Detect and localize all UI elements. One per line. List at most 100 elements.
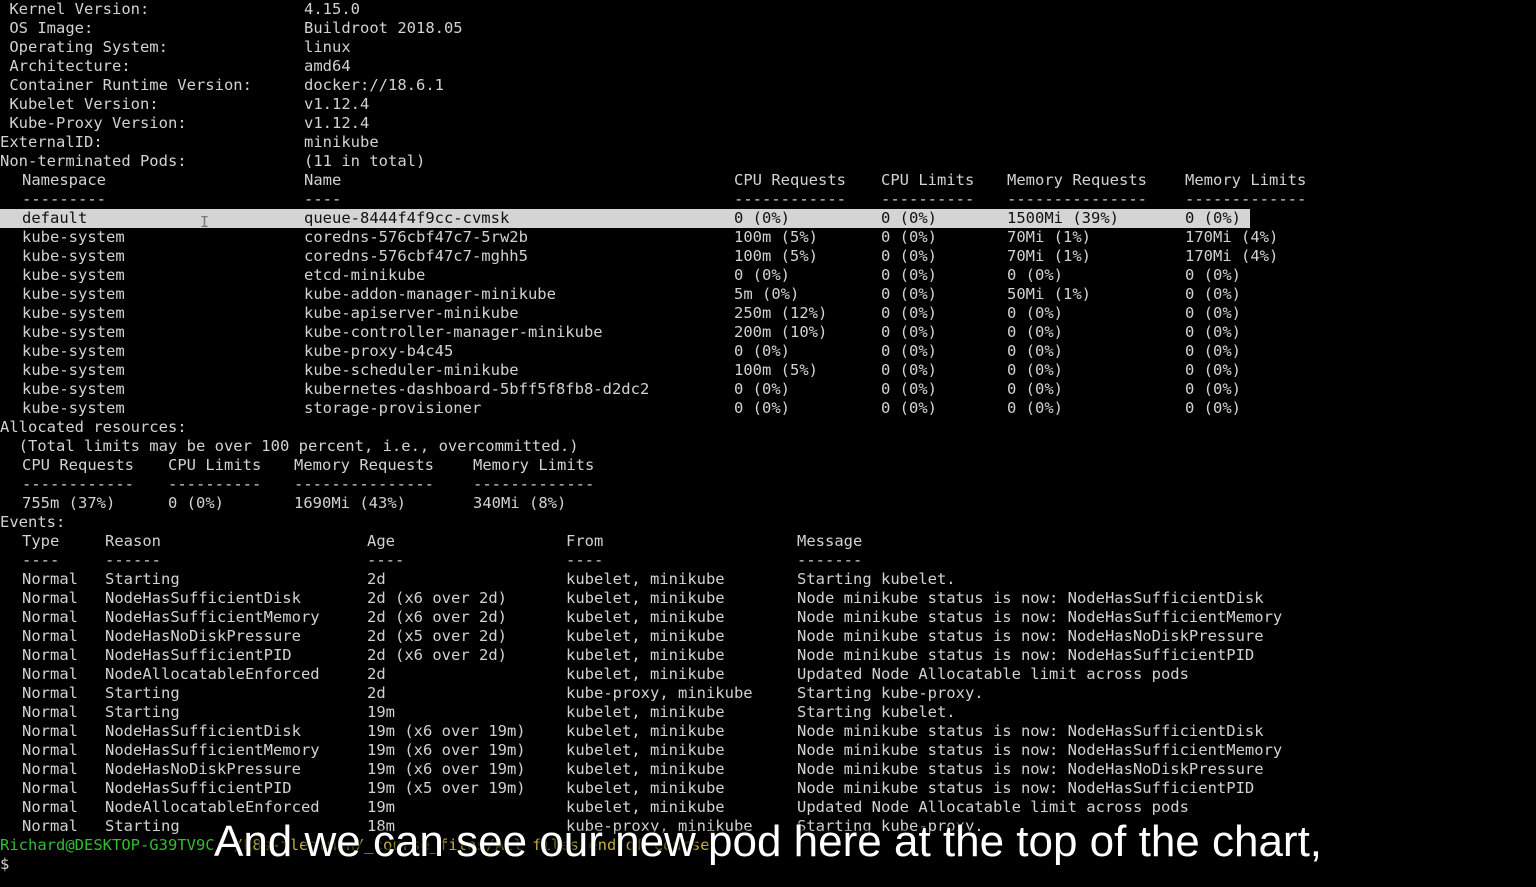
allocated-title: Allocated resources: — [0, 418, 1536, 437]
pod-cell: kube-system — [22, 323, 125, 341]
event-row: Normal NodeHasSufficientPID 2d (x6 over 2d… — [0, 646, 1536, 665]
pod-cell: queue-8444f4f9cc-cvmsk — [304, 209, 510, 227]
pod-cell: 0 (0%) — [1185, 323, 1241, 341]
allocated-column-underline: ------------ — [22, 475, 134, 493]
event-cell: Normal — [22, 703, 78, 721]
events-column-header: Age — [367, 532, 395, 550]
event-cell: Starting kubelet. — [797, 570, 956, 588]
event-cell: Node minikube status is now: NodeHasSuff… — [797, 779, 1255, 797]
event-cell: 2d (x5 over 2d) — [367, 627, 507, 645]
node-info-label: Container Runtime Version: — [0, 76, 252, 94]
node-info-label: ExternalID: — [0, 133, 103, 151]
pod-cell: kube-addon-manager-minikube — [304, 285, 556, 303]
event-cell: Starting kubelet. — [797, 703, 956, 721]
allocated-header-underline: ------------ ---------- --------------- ---… — [0, 475, 1536, 494]
pod-cell: 0 (0%) — [1185, 399, 1241, 417]
pod-cell: 0 (0%) — [1185, 342, 1241, 360]
pod-cell: 1500Mi (39%) — [1007, 209, 1119, 227]
pods-column-underline: --------- — [22, 190, 106, 208]
event-cell: Updated Node Allocatable limit across po… — [797, 665, 1189, 683]
events-column-header: Reason — [105, 532, 161, 550]
pod-cell: 0 (0%) — [881, 209, 937, 227]
node-info-label: Non-terminated Pods: — [0, 152, 187, 170]
pod-cell: 0 (0%) — [881, 228, 937, 246]
event-cell: NodeHasNoDiskPressure — [105, 760, 301, 778]
pod-cell: 0 (0%) — [1185, 361, 1241, 379]
pod-row: kube-system etcd-minikube 0 (0%) 0 (0%) 0 (0… — [0, 266, 1536, 285]
event-cell: Normal — [22, 589, 78, 607]
pods-column-underline: ------------ — [734, 190, 846, 208]
pod-cell: 0 (0%) — [734, 266, 790, 284]
event-cell: Starting — [105, 684, 180, 702]
event-row: Normal NodeHasSufficientDisk 2d (x6 over 2… — [0, 589, 1536, 608]
events-header-row: Type Reason Age From Message — [0, 532, 1536, 551]
event-cell: Node minikube status is now: NodeHasNoDi… — [797, 760, 1264, 778]
pod-cell: kube-scheduler-minikube — [304, 361, 519, 379]
allocated-values-row: 755m (37%) 0 (0%) 1690Mi (43%) 340Mi (8%) — [0, 494, 1536, 513]
node-info-value: amd64 — [304, 57, 351, 75]
pods-header-row: Namespace Name CPU Requests CPU Limits Memor… — [0, 171, 1536, 190]
pod-cell: 0 (0%) — [1007, 342, 1063, 360]
pod-cell: kube-proxy-b4c45 — [304, 342, 454, 360]
event-cell: Normal — [22, 570, 78, 588]
event-cell: 2d — [367, 684, 386, 702]
allocated-header-row: CPU Requests CPU Limits Memory Requests Mem… — [0, 456, 1536, 475]
allocated-column-header: CPU Limits — [168, 456, 262, 474]
pod-cell: 0 (0%) — [1185, 304, 1241, 322]
event-row: Normal NodeHasSufficientMemory 19m (x6 ove… — [0, 741, 1536, 760]
event-cell: Normal — [22, 779, 78, 797]
pod-row: kube-system storage-provisioner 0 (0%) 0 (0… — [0, 399, 1536, 418]
event-cell: Node minikube status is now: NodeHasSuff… — [797, 589, 1264, 607]
event-row: Normal Starting 2d kube-proxy, minikube Star… — [0, 684, 1536, 703]
pod-cell: 170Mi (4%) — [1185, 247, 1279, 265]
pod-cell: 100m (5%) — [734, 361, 818, 379]
pod-cell: kube-system — [22, 399, 125, 417]
pod-cell: 0 (0%) — [1007, 380, 1063, 398]
pods-column-header: Namespace — [22, 171, 106, 189]
event-cell: Starting kube-proxy. — [797, 684, 984, 702]
pod-cell: 0 (0%) — [881, 266, 937, 284]
event-cell: Node minikube status is now: NodeHasSuff… — [797, 722, 1264, 740]
pod-cell: kube-system — [22, 380, 125, 398]
pod-cell: 0 (0%) — [734, 342, 790, 360]
event-cell: kubelet, minikube — [566, 703, 725, 721]
node-info-value: (11 in total) — [304, 152, 426, 170]
event-cell: kubelet, minikube — [566, 665, 725, 683]
events-title: Events: — [0, 513, 1536, 532]
node-info-line: Architecture: amd64 — [0, 57, 1536, 76]
node-info-line: Kernel Version: 4.15.0 — [0, 0, 1536, 19]
event-cell: NodeHasSufficientPID — [105, 779, 292, 797]
node-info-line: Container Runtime Version: docker://18.6.… — [0, 76, 1536, 95]
pod-cell: 0 (0%) — [1007, 323, 1063, 341]
node-info-label: Kubelet Version: — [0, 95, 159, 113]
node-info-line: Operating System: linux — [0, 38, 1536, 57]
event-cell: Node minikube status is now: NodeHasSuff… — [797, 646, 1255, 664]
event-cell: kubelet, minikube — [566, 760, 725, 778]
event-cell: Node minikube status is now: NodeHasNoDi… — [797, 627, 1264, 645]
event-cell: Normal — [22, 760, 78, 778]
pod-cell: 70Mi (1%) — [1007, 247, 1091, 265]
node-info-value: linux — [304, 38, 351, 56]
event-cell: Normal — [22, 741, 78, 759]
events-column-underline: ---- — [566, 551, 604, 569]
allocated-column-underline: ------------- — [473, 475, 595, 493]
event-cell: Normal — [22, 608, 78, 626]
pods-column-underline: ---------- — [881, 190, 975, 208]
event-cell: 19m (x6 over 19m) — [367, 760, 526, 778]
pod-cell: 0 (0%) — [881, 399, 937, 417]
node-info-value: 4.15.0 — [304, 0, 360, 18]
pod-row: kube-system kubernetes-dashboard-5bff5f8f… — [0, 380, 1536, 399]
event-row: Normal Starting 19m kubelet, minikube Starti… — [0, 703, 1536, 722]
pod-cell: 0 (0%) — [734, 380, 790, 398]
node-info-value: v1.12.4 — [304, 95, 370, 113]
event-cell: 2d — [367, 570, 386, 588]
allocated-value: 0 (0%) — [168, 494, 224, 512]
pod-cell: kube-system — [22, 228, 125, 246]
terminal-window[interactable]: Kernel Version: 4.15.0 OS Image: Buildroot… — [0, 0, 1536, 887]
pod-cell: 0 (0%) — [734, 399, 790, 417]
pod-row: kube-system kube-controller-manager-minik… — [0, 323, 1536, 342]
pod-row: kube-system kube-scheduler-minikube 100m (… — [0, 361, 1536, 380]
pod-cell: 200m (10%) — [734, 323, 828, 341]
pod-cell: 250m (12%) — [734, 304, 828, 322]
event-cell: NodeHasSufficientDisk — [105, 722, 301, 740]
